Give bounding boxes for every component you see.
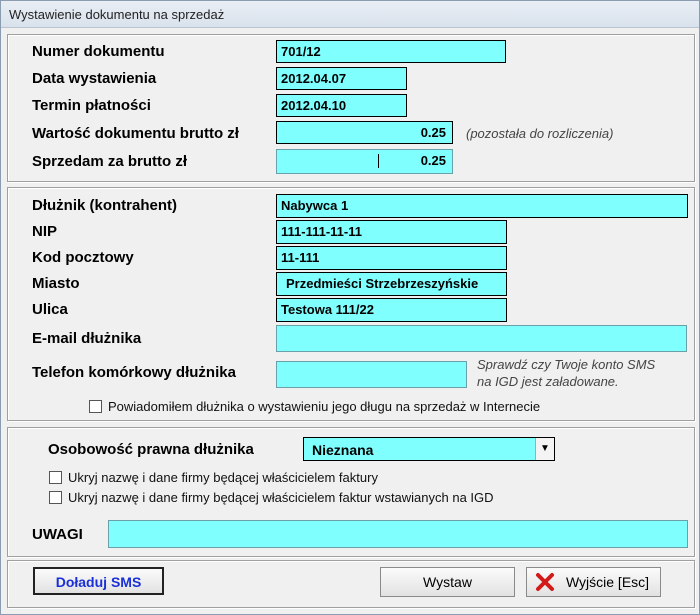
chevron-down-icon[interactable]: ▼ <box>535 438 554 460</box>
window-title: Wystawienie dokumentu na sprzedaż <box>9 7 225 22</box>
nip-field[interactable]: 111-111-11-11 <box>276 220 507 244</box>
sell-price-field[interactable]: 0.25 <box>276 149 453 174</box>
gross-value-label: Wartość dokumentu brutto zł <box>32 125 239 142</box>
notify-debtor-checkbox[interactable]: Powiadomiłem dłużnika o wystawieniu jego… <box>89 399 540 414</box>
topup-sms-button[interactable]: Doładuj SMS <box>33 567 164 595</box>
mobile-phone-field[interactable] <box>276 361 467 388</box>
text-cursor <box>378 154 379 168</box>
checkbox-box[interactable] <box>49 471 62 484</box>
hide-invoices-owner-label: Ukryj nazwę i dane firmy będącej właścic… <box>68 490 494 505</box>
email-label: E-mail dłużnika <box>32 330 142 347</box>
document-number-label: Numer dokumentu <box>32 43 165 60</box>
mobile-phone-label: Telefon komórkowy dłużnika <box>32 364 236 381</box>
hide-invoice-owner-checkbox[interactable]: Ukryj nazwę i dane firmy będącej właścic… <box>49 470 378 485</box>
legal-status-label: Osobowość prawna dłużnika <box>48 441 254 458</box>
remarks-field[interactable] <box>108 520 688 548</box>
street-field[interactable]: Testowa 111/22 <box>276 298 507 322</box>
hide-invoice-owner-label: Ukryj nazwę i dane firmy będącej właścic… <box>68 470 378 485</box>
sell-price-label: Sprzedam za brutto zł <box>32 153 188 170</box>
city-field[interactable]: Przedmieści Strzebrzeszyńskie <box>276 272 507 296</box>
street-label: Ulica <box>32 301 68 318</box>
nip-label: NIP <box>32 223 58 240</box>
dialog-window: Wystawienie dokumentu na sprzedaż Numer … <box>0 0 700 615</box>
email-field[interactable] <box>276 325 687 352</box>
payment-due-label: Termin płatności <box>32 97 151 114</box>
payment-due-field[interactable]: 2012.04.10 <box>276 94 407 117</box>
document-number-field[interactable]: 701/12 <box>276 40 506 63</box>
sms-note-line2: na IGD jest załadowane. <box>477 374 619 389</box>
exit-button-label: Wyjście [Esc] <box>565 574 650 590</box>
legal-status-select[interactable]: Nieznana ▼ <box>303 437 555 461</box>
issue-date-label: Data wystawienia <box>32 70 157 87</box>
debtor-name-label: Dłużnik (kontrahent) <box>32 197 177 214</box>
hide-invoices-owner-checkbox[interactable]: Ukryj nazwę i dane firmy będącej właścic… <box>49 490 494 505</box>
remarks-label: UWAGI <box>32 526 83 543</box>
sms-note-line1: Sprawdź czy Twoje konto SMS <box>477 357 656 372</box>
debtor-name-field[interactable]: Nabywca 1 <box>276 194 688 218</box>
zip-code-label: Kod pocztowy <box>32 249 134 266</box>
zip-code-field[interactable]: 11-111 <box>276 246 507 270</box>
notify-debtor-label: Powiadomiłem dłużnika o wystawieniu jego… <box>108 399 541 414</box>
gross-value-note: (pozostała do rozliczenia) <box>466 126 614 141</box>
checkbox-box[interactable] <box>89 400 102 413</box>
city-label: Miasto <box>32 275 80 292</box>
close-icon <box>536 573 554 591</box>
checkbox-box[interactable] <box>49 491 62 504</box>
legal-status-value: Nieznana <box>312 442 374 458</box>
issue-date-field[interactable]: 2012.04.07 <box>276 67 407 90</box>
title-bar: Wystawienie dokumentu na sprzedaż <box>1 1 699 28</box>
gross-value-field[interactable]: 0.25 <box>276 121 453 144</box>
submit-button[interactable]: Wystaw <box>380 567 515 597</box>
exit-button[interactable]: Wyjście [Esc] <box>526 567 661 597</box>
